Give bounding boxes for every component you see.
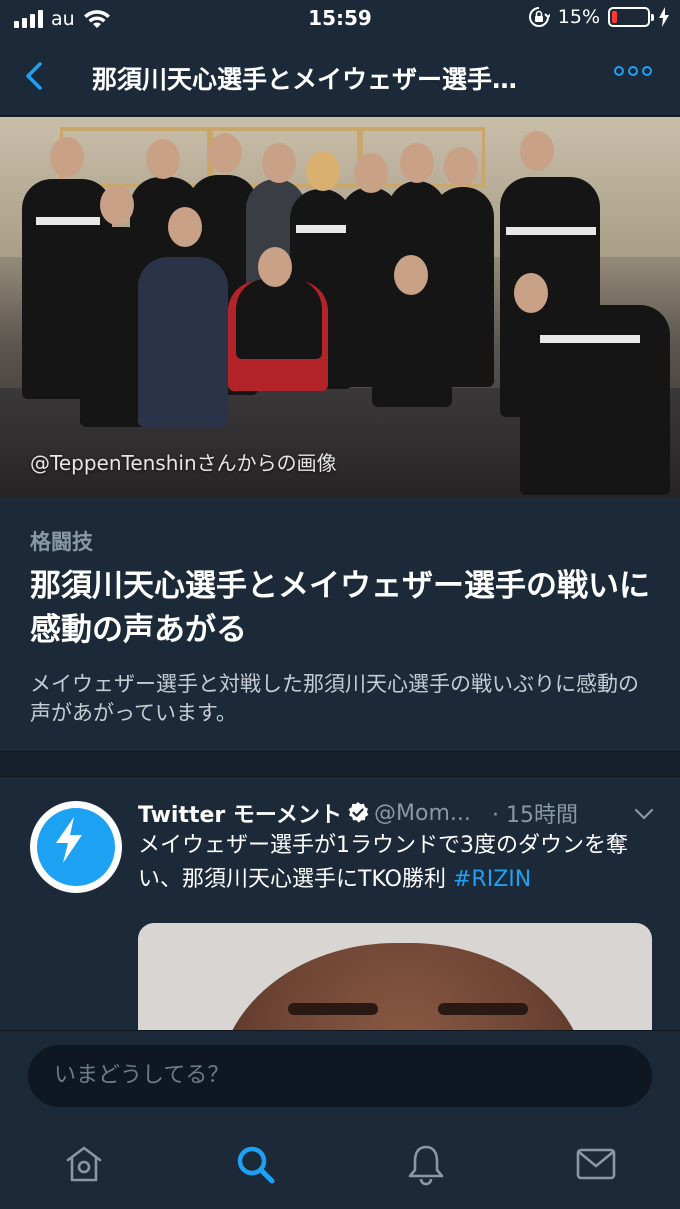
more-options-icon[interactable] <box>614 66 652 76</box>
tweet-author-name[interactable]: Twitter モーメント <box>138 797 342 829</box>
compose-input[interactable]: いまどうしてる？ <box>28 1045 652 1107</box>
tweet-card[interactable]: Twitter モーメント @Mom... · 15時間 メイウェザー選手が1ラウ… <box>0 776 680 1030</box>
battery-icon <box>608 7 654 27</box>
compose-bar: いまどうしてる？ <box>0 1030 680 1126</box>
moment-description: メイウェザー選手と対戦した那須川天心選手の戦いぶりに感動の声があがっています。 <box>30 672 639 725</box>
tweet-timestamp: · 15時間 <box>492 803 579 828</box>
tweet-header: Twitter モーメント @Mom... · 15時間 <box>138 797 658 829</box>
tweet-body: メイウェザー選手が1ラウンドで3度のダウンを奪い、那須川天心選手にTKO勝利 <box>138 833 628 892</box>
bell-icon[interactable] <box>404 1142 448 1186</box>
page-title: 那須川天心選手とメイウェザー選手… <box>92 65 518 94</box>
tweet-media-image[interactable] <box>138 923 652 1030</box>
tweet-author-handle: @Mom... <box>374 800 471 826</box>
back-chevron-icon[interactable] <box>18 58 54 94</box>
orientation-lock-icon <box>528 7 550 27</box>
mail-icon[interactable] <box>574 1142 618 1186</box>
avatar[interactable] <box>30 801 122 893</box>
moment-category: 格闘技 <box>30 530 93 554</box>
lightning-bolt-icon <box>56 817 82 863</box>
battery-percent: 15% <box>557 6 600 28</box>
status-bar: au 15:59 15% <box>0 0 680 38</box>
tab-bar <box>0 1126 680 1209</box>
navigation-bar: 那須川天心選手とメイウェザー選手… <box>0 38 680 116</box>
home-icon[interactable] <box>62 1142 106 1186</box>
moment-info: 格闘技 那須川天心選手とメイウェザー選手の戦いに感動の声あがる メイウェザー選手… <box>0 498 680 752</box>
moment-hero-image[interactable]: @TeppenTenshinさんからの画像 <box>0 117 680 498</box>
hashtag-link[interactable]: #RIZIN <box>453 867 531 892</box>
moment-title: 那須川天心選手とメイウェザー選手の戦いに感動の声あがる <box>30 568 650 648</box>
status-bar-right: 15% <box>528 6 670 28</box>
verified-badge-icon <box>348 802 369 823</box>
section-divider <box>0 752 680 776</box>
image-credit: @TeppenTenshinさんからの画像 <box>30 451 337 475</box>
search-icon[interactable] <box>233 1142 277 1186</box>
charging-bolt-icon <box>659 7 669 27</box>
tweet-text: メイウェザー選手が1ラウンドで3度のダウンを奪い、那須川天心選手にTKO勝利 #… <box>138 829 658 897</box>
chevron-down-icon[interactable] <box>634 807 654 821</box>
